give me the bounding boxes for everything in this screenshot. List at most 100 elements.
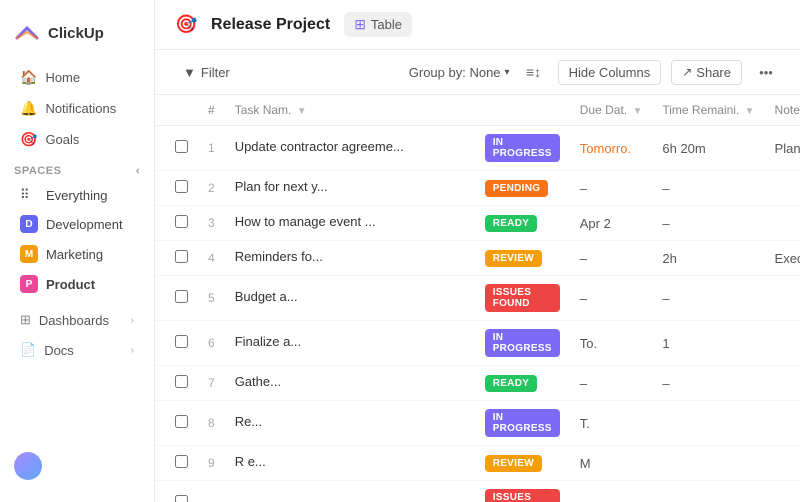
toolbar: ▼ Filter Group by: None ▾ ≡↕ Hide Column… xyxy=(155,50,800,95)
row-checkbox[interactable] xyxy=(155,366,198,401)
row-time-remaining: 6h 20m xyxy=(652,126,764,171)
group-by-dropdown[interactable]: Group by: None ▾ xyxy=(409,65,510,80)
sidebar-space-development[interactable]: D Development xyxy=(6,209,148,239)
row-task-name[interactable]: Plan for next y... xyxy=(225,171,475,206)
table-row[interactable]: 8Re...IN PROGRESST. xyxy=(155,401,800,446)
row-notes xyxy=(765,446,800,481)
table-row[interactable]: 2Plan for next y...PENDING–– xyxy=(155,171,800,206)
row-due-date: . xyxy=(570,481,653,502)
col-num[interactable]: # xyxy=(198,95,225,126)
row-status[interactable]: READY xyxy=(475,366,570,401)
table-tab-icon: ⊞ xyxy=(354,16,366,33)
hide-columns-label: Hide Columns xyxy=(569,65,651,80)
table-row[interactable]: 5Budget a...ISSUES FOUND–– xyxy=(155,276,800,321)
col-task-name[interactable]: Task Nam. ▼ xyxy=(225,95,475,126)
row-status[interactable]: REVIEW xyxy=(475,446,570,481)
sidebar-nav-notifications[interactable]: 🔔 Notifications xyxy=(6,93,148,124)
row-status[interactable]: IN PROGRESS xyxy=(475,126,570,171)
status-badge: IN PROGRESS xyxy=(485,134,560,162)
product-dot: P xyxy=(20,275,38,293)
status-badge: READY xyxy=(485,375,538,392)
table-row[interactable]: 9R e...REVIEWM xyxy=(155,446,800,481)
row-checkbox[interactable] xyxy=(155,446,198,481)
table-header-row: # Task Nam. ▼ Due Dat. ▼ Time Remaini. ▼ xyxy=(155,95,800,126)
sort-button[interactable]: ≡↕ xyxy=(520,58,548,86)
table-row[interactable]: 4Reminders fo...REVIEW–2hExecu. xyxy=(155,241,800,276)
table-row[interactable]: 3How to manage event ...READYApr 2– xyxy=(155,206,800,241)
avatar[interactable] xyxy=(14,452,42,480)
row-number: 3 xyxy=(198,206,225,241)
sidebar-space-everything[interactable]: ⠿ Everything xyxy=(6,181,148,209)
row-notes xyxy=(765,321,800,366)
sidebar-nav-goals-label: Goals xyxy=(45,132,79,147)
row-task-name[interactable]: Budget a... xyxy=(225,276,475,321)
table-row[interactable]: ––ISSUES FOUND. xyxy=(155,481,800,502)
filter-icon: ▼ xyxy=(183,65,196,80)
row-number: 6 xyxy=(198,321,225,366)
table-tab[interactable]: ⊞ Table xyxy=(344,12,412,37)
row-time-remaining xyxy=(652,481,764,502)
sidebar-dashboards[interactable]: ⊞ Dashboards › xyxy=(6,305,148,335)
status-badge: READY xyxy=(485,215,538,232)
row-number: 1 xyxy=(198,126,225,171)
spaces-collapse-icon[interactable]: ‹ xyxy=(136,165,140,177)
row-checkbox[interactable] xyxy=(155,481,198,502)
row-time-remaining: – xyxy=(652,206,764,241)
filter-button[interactable]: ▼ Filter xyxy=(175,61,238,84)
main-content: 🎯 Release Project ⊞ Table ▼ Filter Group… xyxy=(155,0,800,502)
status-badge: ISSUES FOUND xyxy=(485,284,560,312)
row-status[interactable]: REVIEW xyxy=(475,241,570,276)
row-checkbox[interactable] xyxy=(155,126,198,171)
table-row[interactable]: 1Update contractor agreeme... IN PROGRESS… xyxy=(155,126,800,171)
row-checkbox[interactable] xyxy=(155,321,198,366)
row-checkbox[interactable] xyxy=(155,171,198,206)
row-status[interactable]: IN PROGRESS xyxy=(475,401,570,446)
row-due-date: – xyxy=(570,276,653,321)
row-checkbox[interactable] xyxy=(155,276,198,321)
status-badge: IN PROGRESS xyxy=(485,329,560,357)
share-button[interactable]: ↗ Share xyxy=(671,60,742,85)
row-status[interactable]: ISSUES FOUND xyxy=(475,276,570,321)
row-time-remaining: – xyxy=(652,366,764,401)
row-task-name[interactable]: – xyxy=(225,481,475,502)
docs-icon: 📄 xyxy=(20,342,36,358)
table-row[interactable]: 7Gathe...READY–– xyxy=(155,366,800,401)
marketing-dot: M xyxy=(20,245,38,263)
sidebar-docs[interactable]: 📄 Docs › xyxy=(6,335,148,365)
row-time-remaining: 1 xyxy=(652,321,764,366)
row-number: – xyxy=(198,481,225,502)
sidebar-space-product[interactable]: P Product xyxy=(6,269,148,299)
sidebar-space-marketing[interactable]: M Marketing xyxy=(6,239,148,269)
row-status[interactable]: ISSUES FOUND xyxy=(475,481,570,502)
table-tab-label: Table xyxy=(371,17,402,32)
row-status[interactable]: READY xyxy=(475,206,570,241)
row-task-name[interactable]: How to manage event ... xyxy=(225,206,475,241)
table-row[interactable]: 6Finalize a...IN PROGRESSTo.1 xyxy=(155,321,800,366)
row-task-name[interactable]: Re... xyxy=(225,401,475,446)
row-status[interactable]: PENDING xyxy=(475,171,570,206)
more-options-button[interactable]: ••• xyxy=(752,58,780,86)
table-container[interactable]: # Task Nam. ▼ Due Dat. ▼ Time Remaini. ▼ xyxy=(155,95,800,502)
row-task-name[interactable]: Reminders fo... xyxy=(225,241,475,276)
notifications-icon: 🔔 xyxy=(20,100,37,117)
col-time-remaining[interactable]: Time Remaini. ▼ xyxy=(652,95,764,126)
logo[interactable]: ClickUp xyxy=(0,12,154,62)
sidebar-nav-goals[interactable]: 🎯 Goals xyxy=(6,124,148,155)
row-checkbox[interactable] xyxy=(155,401,198,446)
row-task-name[interactable]: Update contractor agreeme... xyxy=(225,126,475,171)
more-icon: ••• xyxy=(759,65,773,80)
row-notes xyxy=(765,206,800,241)
row-task-name[interactable]: Gathe... xyxy=(225,366,475,401)
col-notes[interactable]: Note. ▼ xyxy=(765,95,800,126)
row-status[interactable]: IN PROGRESS xyxy=(475,321,570,366)
hide-columns-button[interactable]: Hide Columns xyxy=(558,60,662,85)
project-icon: 🎯 xyxy=(175,14,197,36)
status-badge: PENDING xyxy=(485,180,549,197)
share-label: Share xyxy=(696,65,731,80)
row-task-name[interactable]: Finalize a... xyxy=(225,321,475,366)
col-due-date[interactable]: Due Dat. ▼ xyxy=(570,95,653,126)
sidebar-nav-home[interactable]: 🏠 Home xyxy=(6,62,148,93)
row-checkbox[interactable] xyxy=(155,241,198,276)
row-task-name[interactable]: R e... xyxy=(225,446,475,481)
row-checkbox[interactable] xyxy=(155,206,198,241)
